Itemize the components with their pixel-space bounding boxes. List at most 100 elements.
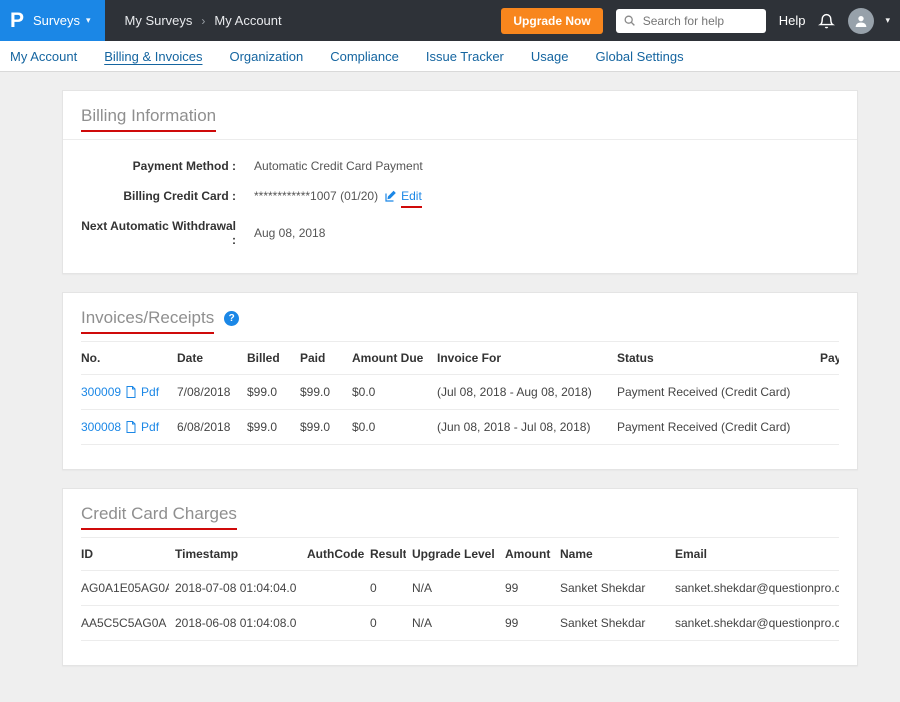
- invoices-table: No. Date Billed Paid Amount Due Invoice …: [81, 341, 839, 445]
- account-menu[interactable]: ▾: [848, 8, 890, 34]
- charges-table: ID Timestamp AuthCode Result Upgrade Lev…: [81, 537, 839, 641]
- charges-table-wrap: ID Timestamp AuthCode Result Upgrade Lev…: [63, 537, 857, 665]
- invoice-number-link[interactable]: 300009: [81, 385, 121, 399]
- invoices-table-wrap: No. Date Billed Paid Amount Due Invoice …: [63, 341, 857, 469]
- tab-my-account[interactable]: My Account: [10, 49, 77, 64]
- charge-upgrade-level: N/A: [406, 571, 499, 606]
- invoice-paid: $99.0: [294, 410, 346, 445]
- tab-issue-tracker[interactable]: Issue Tracker: [426, 49, 504, 64]
- billing-information-title: Billing Information: [81, 106, 216, 126]
- pdf-file-icon: [126, 386, 136, 398]
- col-pay-by: Pay By: [814, 342, 839, 375]
- charge-authcode: [301, 571, 364, 606]
- col-authcode: AuthCode: [301, 538, 364, 571]
- invoice-status: Payment Received (Credit Card): [611, 410, 814, 445]
- payment-method-label: Payment Method :: [81, 159, 236, 173]
- invoices-help-icon[interactable]: ?: [224, 311, 239, 326]
- invoices-header-row: No. Date Billed Paid Amount Due Invoice …: [81, 342, 839, 375]
- search-input[interactable]: [641, 13, 759, 29]
- next-withdrawal-value: Aug 08, 2018: [254, 226, 325, 240]
- charge-email: sanket.shekdar@questionpro.com: [669, 571, 839, 606]
- search-icon: [623, 14, 636, 27]
- charge-email: sanket.shekdar@questionpro.com: [669, 606, 839, 641]
- invoices-receipts-title: Invoices/Receipts: [81, 308, 214, 328]
- charge-upgrade-level: N/A: [406, 606, 499, 641]
- col-invoice-for: Invoice For: [431, 342, 611, 375]
- page-content: Billing Information Payment Method : Aut…: [0, 72, 900, 702]
- billing-fields: Payment Method : Automatic Credit Card P…: [63, 140, 857, 273]
- invoice-date: 6/08/2018: [171, 410, 241, 445]
- questionpro-logo-icon: P: [10, 10, 24, 31]
- invoice-row: 300009 Pdf 7/08/2018 $99.0 $99.0 $0.0 (J…: [81, 375, 839, 410]
- avatar: [848, 8, 874, 34]
- col-id: ID: [81, 538, 169, 571]
- tab-usage[interactable]: Usage: [531, 49, 569, 64]
- invoice-billed: $99.0: [241, 410, 294, 445]
- invoice-date: 7/08/2018: [171, 375, 241, 410]
- invoice-for: (Jun 08, 2018 - Jul 08, 2018): [431, 410, 611, 445]
- masked-card-number: ************1007 (01/20): [254, 189, 378, 203]
- col-timestamp: Timestamp: [169, 538, 301, 571]
- notifications-bell-icon[interactable]: [818, 12, 835, 30]
- billing-information-header: Billing Information: [63, 91, 857, 140]
- billing-information-card: Billing Information Payment Method : Aut…: [62, 90, 858, 274]
- edit-credit-card-button[interactable]: Edit: [385, 189, 422, 203]
- charge-authcode: [301, 606, 364, 641]
- breadcrumb-my-surveys[interactable]: My Surveys: [125, 13, 193, 28]
- charge-name: Sanket Shekdar: [554, 571, 669, 606]
- charge-id: AA5C5C5AG0A: [81, 606, 169, 641]
- next-withdrawal-label: Next Automatic Withdrawal :: [81, 219, 236, 247]
- col-billed: Billed: [241, 342, 294, 375]
- payment-method-row: Payment Method : Automatic Credit Card P…: [81, 151, 839, 181]
- edit-link-label: Edit: [401, 189, 422, 203]
- invoice-amount-due: $0.0: [346, 410, 431, 445]
- invoice-pay-by: [814, 410, 839, 445]
- tab-billing-invoices[interactable]: Billing & Invoices: [104, 49, 202, 64]
- invoice-pdf-link[interactable]: Pdf: [141, 420, 159, 434]
- col-amount-due: Amount Due: [346, 342, 431, 375]
- charge-result: 0: [364, 571, 406, 606]
- pdf-file-icon: [126, 421, 136, 433]
- charge-amount: 99: [499, 606, 554, 641]
- product-name: Surveys: [33, 13, 80, 28]
- col-amount: Amount: [499, 538, 554, 571]
- invoice-pdf-link[interactable]: Pdf: [141, 385, 159, 399]
- help-search-box[interactable]: [616, 9, 766, 33]
- billing-credit-card-row: Billing Credit Card : ************1007 (…: [81, 181, 839, 211]
- invoices-receipts-header: Invoices/Receipts ?: [63, 293, 857, 341]
- charge-row: AG0A1E05AG0A 2018-07-08 01:04:04.0 0 N/A…: [81, 571, 839, 606]
- col-status: Status: [611, 342, 814, 375]
- credit-card-charges-card: Credit Card Charges ID Timestamp AuthCod…: [62, 488, 858, 666]
- topbar-actions: Upgrade Now Help ▾: [501, 0, 900, 41]
- charge-result: 0: [364, 606, 406, 641]
- col-email: Email: [669, 538, 839, 571]
- top-bar: P Surveys ▾ My Surveys › My Account Upgr…: [0, 0, 900, 41]
- payment-method-value: Automatic Credit Card Payment: [254, 159, 423, 173]
- credit-card-charges-header: Credit Card Charges: [63, 489, 857, 537]
- col-name: Name: [554, 538, 669, 571]
- upgrade-now-button[interactable]: Upgrade Now: [501, 8, 602, 34]
- charges-header-row: ID Timestamp AuthCode Result Upgrade Lev…: [81, 538, 839, 571]
- col-paid: Paid: [294, 342, 346, 375]
- breadcrumb-my-account: My Account: [214, 13, 281, 28]
- invoice-number-link[interactable]: 300008: [81, 420, 121, 434]
- breadcrumb: My Surveys › My Account: [125, 0, 282, 41]
- product-switcher[interactable]: P Surveys ▾: [0, 0, 105, 41]
- breadcrumb-separator-icon: ›: [201, 14, 205, 28]
- next-withdrawal-row: Next Automatic Withdrawal : Aug 08, 2018: [81, 211, 839, 255]
- invoice-paid: $99.0: [294, 375, 346, 410]
- tab-global-settings[interactable]: Global Settings: [595, 49, 683, 64]
- col-result: Result: [364, 538, 406, 571]
- invoice-amount-due: $0.0: [346, 375, 431, 410]
- col-upgrade-level: Upgrade Level: [406, 538, 499, 571]
- tab-organization[interactable]: Organization: [229, 49, 303, 64]
- invoices-receipts-card: Invoices/Receipts ? No. Date Billed Paid…: [62, 292, 858, 470]
- invoice-billed: $99.0: [241, 375, 294, 410]
- charge-timestamp: 2018-07-08 01:04:04.0: [169, 571, 301, 606]
- tab-compliance[interactable]: Compliance: [330, 49, 399, 64]
- charge-row: AA5C5C5AG0A 2018-06-08 01:04:08.0 0 N/A …: [81, 606, 839, 641]
- charge-amount: 99: [499, 571, 554, 606]
- help-link[interactable]: Help: [779, 13, 806, 28]
- credit-card-charges-title: Credit Card Charges: [81, 504, 237, 524]
- col-date: Date: [171, 342, 241, 375]
